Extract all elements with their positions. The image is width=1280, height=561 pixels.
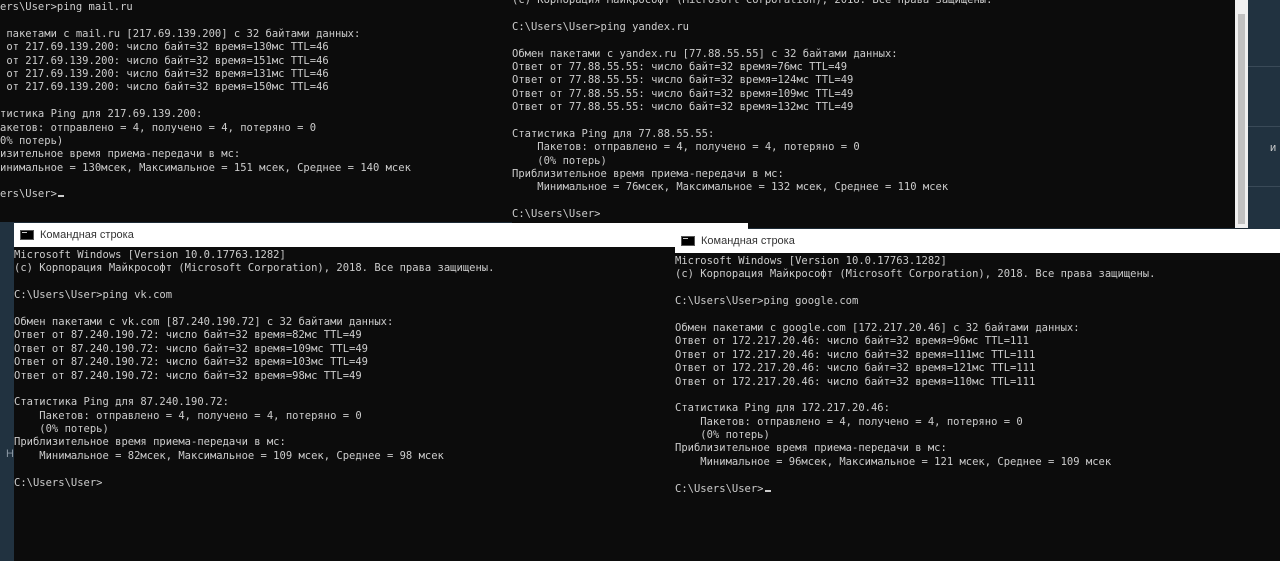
scrollbar-thumb[interactable] xyxy=(1238,14,1245,224)
console-line: (0% потерь) xyxy=(675,429,770,442)
console-line: Ответ от 87.240.190.72: число байт=32 вр… xyxy=(14,329,362,342)
console-line: (c) Корпорация Майкрософт (Microsoft Cor… xyxy=(14,262,495,275)
console-output[interactable]: (c) Корпорация Майкрософт (Microsoft Cor… xyxy=(512,0,1248,228)
console-line: Минимальное = 96мсек, Максимальное = 121… xyxy=(675,455,1112,468)
console-line: Пакетов: отправлено = 4, получено = 4, п… xyxy=(512,141,860,154)
console-line: Ответ от 172.217.20.46: число байт=32 вр… xyxy=(675,375,1036,388)
console-line: C:\Users\User>ping yandex.ru xyxy=(512,20,690,33)
desktop-background xyxy=(0,208,14,561)
console-line: Ответ от 172.217.20.46: число байт=32 вр… xyxy=(675,335,1030,348)
console-line: Обмен пакетами с yandex.ru [77.88.55.55]… xyxy=(512,47,898,60)
console-line: от 217.69.139.200: число байт=32 время=1… xyxy=(0,81,329,94)
console-line: Статистика Ping для 172.217.20.46: xyxy=(675,402,890,415)
console-line: Ответ от 172.217.20.46: число байт=32 вр… xyxy=(675,348,1036,361)
console-line: Пакетов: отправлено = 4, получено = 4, п… xyxy=(14,409,362,422)
console-line: Приблизительное время приема-передачи в … xyxy=(512,168,784,181)
window-title: Командная строка xyxy=(40,229,134,241)
console-line: Microsoft Windows [Version 10.0.17763.12… xyxy=(675,255,947,267)
console-line: C:\Users\User>ping vk.com xyxy=(14,289,173,302)
console-line: акетов: отправлено = 4, получено = 4, по… xyxy=(0,121,317,134)
console-line: (c) Корпорация Майкрософт (Microsoft Cor… xyxy=(512,0,993,6)
console-output[interactable]: ers\User>ping mail.ru пакетами с mail.ru… xyxy=(0,0,512,222)
cmd-window-vk[interactable]: Командная строка Microsoft Windows [Vers… xyxy=(14,223,748,561)
console-line: инимальное = 130мсек, Максимальное = 151… xyxy=(0,161,411,174)
console-line: Ответ от 87.240.190.72: число байт=32 вр… xyxy=(14,356,369,369)
console-output[interactable]: Microsoft Windows [Version 10.0.17763.12… xyxy=(14,248,748,561)
console-line: Microsoft Windows [Version 10.0.17763.12… xyxy=(14,249,286,261)
console-line: Пакетов: отправлено = 4, получено = 4, п… xyxy=(675,415,1023,428)
console-line: Ответ от 87.240.190.72: число байт=32 вр… xyxy=(14,342,369,355)
console-line: 0% потерь) xyxy=(0,134,64,147)
console-line: C:\Users\User> xyxy=(675,483,1280,496)
console-line: C:\Users\User> xyxy=(512,208,601,221)
console-line: C:\Users\User>ping google.com xyxy=(675,295,859,308)
cmd-icon xyxy=(20,230,34,240)
desktop-edge-text: Н xyxy=(6,448,14,460)
window-title: Командная строка xyxy=(701,235,795,247)
console-line: C:\Users\User> xyxy=(14,476,103,489)
console-line: Ответ от 77.88.55.55: число байт=32 врем… xyxy=(512,74,854,87)
cmd-window-mail[interactable]: ers\User>ping mail.ru пакетами с mail.ru… xyxy=(0,0,512,222)
console-line: (0% потерь) xyxy=(14,423,109,436)
console-line: пакетами с mail.ru [217.69.139.200] с 32… xyxy=(0,27,361,40)
desktop-background xyxy=(1248,0,1280,230)
desktop-divider xyxy=(1248,186,1280,187)
window-titlebar[interactable]: Командная строка xyxy=(14,223,748,247)
cmd-window-google[interactable]: Командная строка Microsoft Windows [Vers… xyxy=(675,229,1280,561)
desktop-divider xyxy=(1248,66,1280,67)
console-line: Приблизительное время приема-передачи в … xyxy=(14,436,286,449)
console-line: Минимальное = 82мсек, Максимальное = 109… xyxy=(14,449,444,462)
console-line: Ответ от 77.88.55.55: число байт=32 врем… xyxy=(512,87,854,100)
desktop-edge-text: и xyxy=(1270,142,1277,154)
console-line: от 217.69.139.200: число байт=32 время=1… xyxy=(0,54,329,67)
console-line: тистика Ping для 217.69.139.200: xyxy=(0,108,203,121)
console-output[interactable]: Microsoft Windows [Version 10.0.17763.12… xyxy=(675,254,1280,561)
console-line: (c) Корпорация Майкрософт (Microsoft Cor… xyxy=(675,268,1156,281)
console-line: Ответ от 87.240.190.72: число байт=32 вр… xyxy=(14,369,362,382)
console-line: Ответ от 77.88.55.55: число байт=32 врем… xyxy=(512,101,854,114)
console-line: от 217.69.139.200: число байт=32 время=1… xyxy=(0,41,329,54)
scrollbar[interactable] xyxy=(1235,0,1248,228)
text-cursor xyxy=(57,195,64,198)
console-line: изительное время приема-передачи в мс: xyxy=(0,148,241,161)
console-line: Ответ от 77.88.55.55: число байт=32 врем… xyxy=(512,60,848,73)
console-line: Ответ от 172.217.20.46: число байт=32 вр… xyxy=(675,362,1036,375)
cmd-icon xyxy=(681,236,695,246)
text-cursor xyxy=(764,489,771,492)
desktop-divider xyxy=(1248,126,1280,127)
console-line: Приблизительное время приема-передачи в … xyxy=(675,442,947,455)
cmd-window-yandex[interactable]: (c) Корпорация Майкрософт (Microsoft Cor… xyxy=(512,0,1248,228)
console-line: (0% потерь) xyxy=(512,154,607,167)
console-line: Статистика Ping для 87.240.190.72: xyxy=(14,396,229,409)
window-titlebar[interactable]: Командная строка xyxy=(675,229,1280,253)
console-line: Минимальное = 76мсек, Максимальное = 132… xyxy=(512,181,949,194)
console-line: Обмен пакетами с google.com [172.217.20.… xyxy=(675,321,1080,334)
console-line: ers\User>ping mail.ru xyxy=(0,1,133,13)
console-line: Обмен пакетами с vk.com [87.240.190.72] … xyxy=(14,315,394,328)
console-line: от 217.69.139.200: число байт=32 время=1… xyxy=(0,67,329,80)
console-line: ers\User> xyxy=(0,188,512,201)
console-line: Статистика Ping для 77.88.55.55: xyxy=(512,127,715,140)
